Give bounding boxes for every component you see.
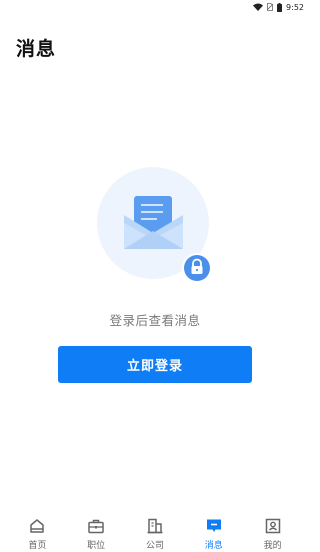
message-icon bbox=[206, 519, 221, 532]
nav-label-company: 公司 bbox=[145, 541, 164, 551]
status-time: 9:52 bbox=[286, 2, 304, 12]
nav-item-mine[interactable]: 我的 bbox=[249, 506, 297, 551]
wifi-icon bbox=[253, 3, 264, 11]
no-sim-icon bbox=[267, 3, 274, 11]
battery-icon bbox=[277, 2, 283, 12]
nav-label-home: 首页 bbox=[28, 541, 47, 551]
page-title: 消息 bbox=[16, 38, 57, 60]
nav-item-company[interactable]: 公司 bbox=[131, 506, 179, 551]
login-button[interactable]: 立即登录 bbox=[58, 346, 252, 383]
nav-item-home[interactable]: 首页 bbox=[13, 506, 61, 551]
home-icon bbox=[30, 519, 45, 533]
nav-label-jobs: 职位 bbox=[87, 541, 106, 551]
envelope-lock-icon bbox=[97, 167, 213, 283]
bottom-nav: 首页 职位 公司 消息 我的 bbox=[0, 506, 310, 552]
nav-label-mine: 我的 bbox=[263, 541, 282, 551]
nav-label-messages: 消息 bbox=[204, 541, 223, 551]
status-bar: 9:52 bbox=[0, 0, 310, 14]
login-prompt-text: 登录后查看消息 bbox=[109, 313, 201, 328]
briefcase-icon bbox=[88, 519, 104, 534]
building-icon bbox=[147, 518, 163, 534]
nav-item-messages[interactable]: 消息 bbox=[190, 506, 238, 551]
nav-item-jobs[interactable]: 职位 bbox=[72, 506, 120, 551]
profile-icon bbox=[265, 518, 280, 534]
